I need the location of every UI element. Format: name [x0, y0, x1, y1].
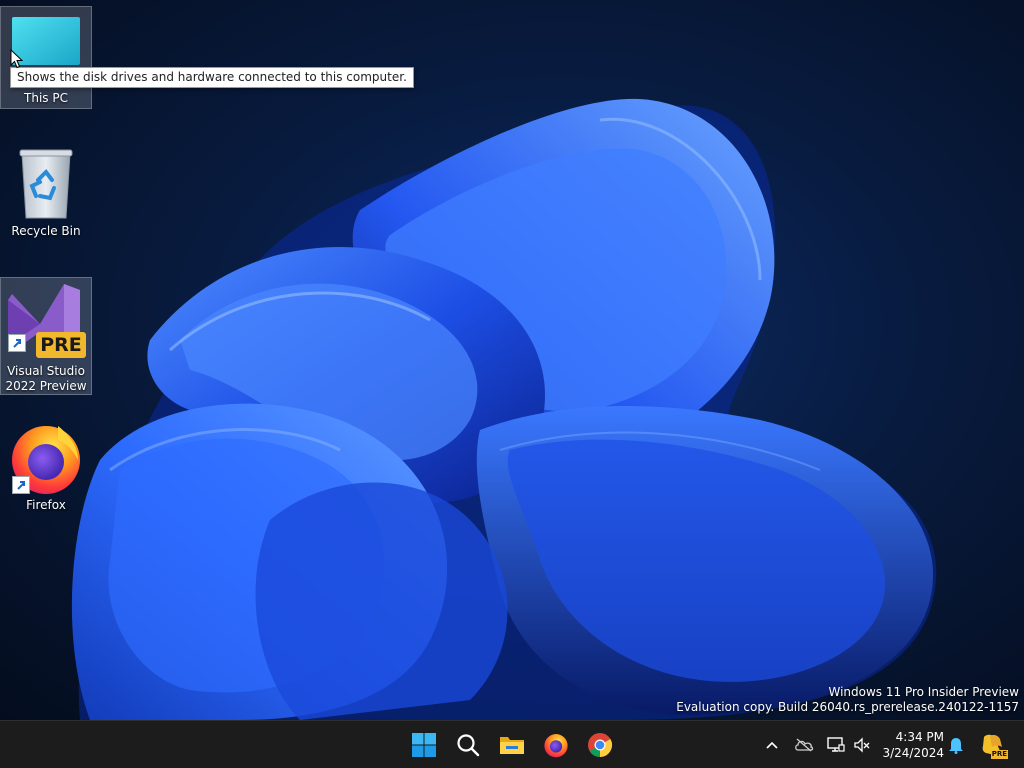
copilot-button[interactable]: PRE — [978, 731, 1008, 759]
evaluation-watermark: Windows 11 Pro Insider Preview Evaluatio… — [676, 685, 1019, 715]
file-explorer-button[interactable] — [492, 725, 532, 765]
volume-tray-button[interactable] — [848, 731, 876, 759]
this-pc-tooltip: Shows the disk drives and hardware conne… — [10, 67, 414, 88]
show-hidden-icons-button[interactable] — [758, 731, 786, 759]
firefox-icon — [544, 734, 568, 758]
watermark-build: Evaluation copy. Build 26040.rs_prerelea… — [676, 700, 1019, 714]
network-tray-button[interactable] — [822, 731, 850, 759]
recycle-bin-icon — [8, 146, 84, 222]
desktop-icon-label: Firefox — [26, 498, 66, 512]
volume-muted-icon — [854, 737, 870, 753]
copilot-pre-badge: PRE — [990, 750, 1008, 759]
notification-bell-icon — [949, 738, 963, 754]
mouse-cursor — [10, 49, 23, 69]
visual-studio-preview-icon: PRE — [4, 280, 88, 364]
start-icon — [412, 733, 436, 757]
start-button[interactable] — [404, 725, 444, 765]
taskbar: 4:34 PM 3/24/2024 PRE — [0, 720, 1024, 768]
desktop-icon-visual-studio[interactable]: PRE Visual Studio 2022 Preview — [0, 277, 92, 395]
desktop-icon-label: This PC — [24, 91, 68, 105]
chrome-taskbar-button[interactable] — [580, 725, 620, 765]
bloom-wallpaper — [71, 98, 937, 720]
desktop-icon-label: Visual Studio 2022 Preview — [5, 364, 87, 393]
firefox-taskbar-button[interactable] — [536, 725, 576, 765]
clock-time: 4:34 PM — [895, 730, 944, 744]
search-button[interactable] — [448, 725, 488, 765]
onedrive-tray-button[interactable] — [790, 731, 818, 759]
clock-date: 3/24/2024 — [882, 746, 944, 760]
file-explorer-icon — [500, 737, 524, 754]
watermark-edition: Windows 11 Pro Insider Preview — [828, 685, 1019, 699]
desktop-icon-label: Recycle Bin — [11, 224, 81, 238]
chevron-up-icon — [766, 741, 778, 749]
shortcut-arrow-icon — [12, 476, 30, 494]
chrome-icon — [588, 733, 613, 757]
network-icon — [827, 737, 845, 752]
desktop-icon-firefox[interactable]: Firefox — [0, 416, 92, 520]
system-clock[interactable]: 4:34 PM 3/24/2024 — [878, 729, 944, 761]
notifications-button[interactable] — [942, 731, 970, 759]
firefox-icon — [8, 420, 84, 496]
preview-badge: PRE — [36, 332, 86, 358]
search-icon — [457, 734, 480, 757]
onedrive-offline-icon — [795, 738, 814, 752]
desktop-icon-recycle-bin[interactable]: Recycle Bin — [0, 142, 92, 252]
shortcut-arrow-icon — [8, 334, 26, 352]
desktop[interactable]: This PC Recycle Bin PRE Visual Studio 20… — [0, 0, 1024, 720]
